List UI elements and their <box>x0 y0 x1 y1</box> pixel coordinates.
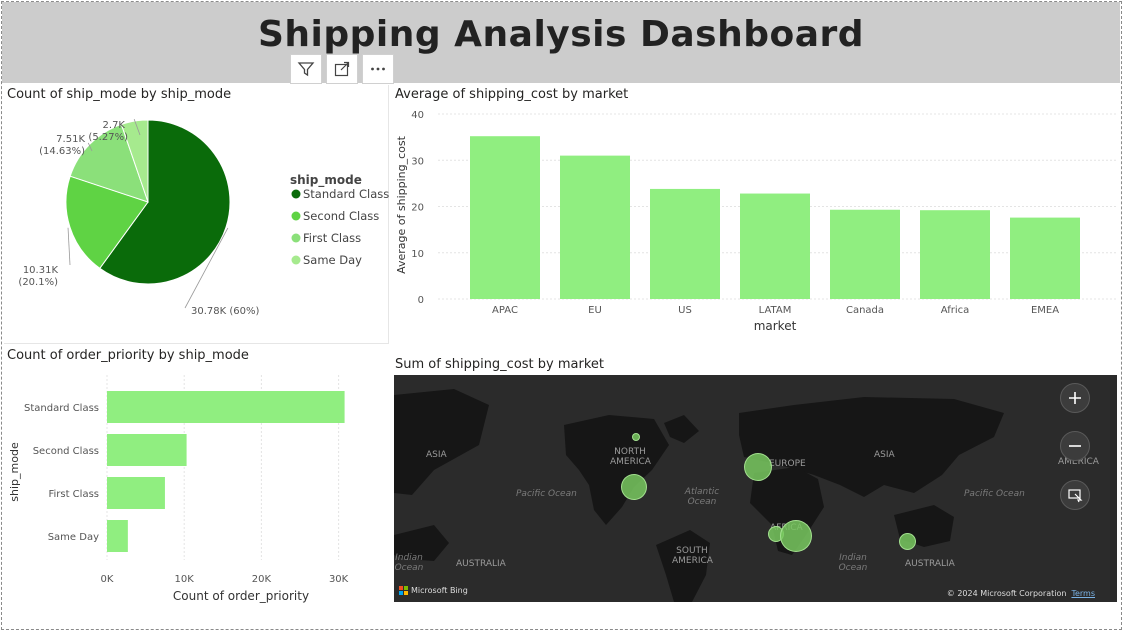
bing-label: Microsoft Bing <box>411 586 468 595</box>
continent-label-asia-west: ASIA <box>426 450 447 460</box>
map-bubble-canada[interactable] <box>632 433 640 441</box>
avg-x-tick: US <box>678 305 692 316</box>
pie-percent-label: (20.1%) <box>18 277 58 288</box>
pie-value-label: 10.31K <box>23 265 59 276</box>
avg-x-axis-label: market <box>754 319 797 333</box>
pie-legend-marker <box>291 233 301 243</box>
filter-icon[interactable] <box>290 54 322 84</box>
bing-attribution: Microsoft Bing <box>399 586 468 595</box>
avg-bar-eu[interactable] <box>560 155 630 299</box>
avg-bar-emea[interactable] <box>1010 217 1080 299</box>
zoom-in-icon[interactable] <box>1060 383 1090 413</box>
dashboard-title: Shipping Analysis Dashboard <box>257 14 865 55</box>
avg-x-tick: EMEA <box>1031 305 1059 316</box>
hbar-category-label: First Class <box>48 489 99 500</box>
dashboard-header: Shipping Analysis Dashboard <box>2 2 1120 83</box>
pie-legend-marker <box>291 255 301 265</box>
avg-bar-us[interactable] <box>650 188 720 299</box>
pie-legend-item[interactable]: Standard Class <box>303 187 389 201</box>
hbar-x-tick: 30K <box>329 574 349 585</box>
microsoft-logo-icon <box>399 586 408 595</box>
visual-toolbar <box>290 54 394 84</box>
continent-label-asia-east: ASIA <box>874 450 895 460</box>
hbar-x-tick: 0K <box>101 574 114 585</box>
pie-legend-title: ship_mode <box>290 173 362 188</box>
avg-y-tick: 30 <box>411 156 424 167</box>
avg-bar-chart-title: Average of shipping_cost by market <box>395 87 629 102</box>
focus-mode-icon[interactable] <box>326 54 358 84</box>
avg-y-tick: 20 <box>411 203 424 214</box>
zoom-out-icon[interactable] <box>1060 431 1090 461</box>
avg-y-tick: 40 <box>411 110 424 121</box>
pie-value-label: 7.51K <box>56 134 85 145</box>
avg-bar-canada[interactable] <box>830 209 900 299</box>
map-bubble-emea[interactable] <box>780 520 812 552</box>
pie-legend-item[interactable]: Same Day <box>303 253 362 267</box>
avg-x-tick: EU <box>588 305 602 316</box>
ocean-label-pacific-east: Pacific Ocean <box>964 489 1025 499</box>
pie-value-label: 2.7K <box>103 120 126 131</box>
hbar-bar-same-day[interactable] <box>107 520 128 552</box>
pie-percent-label: (14.63%) <box>39 146 85 157</box>
hbar-x-tick: 20K <box>252 574 272 585</box>
ocean-label-indian-east: Indian Ocean <box>838 553 868 573</box>
ocean-label-atlantic: Atlantic Ocean <box>684 487 720 507</box>
avg-bar-africa[interactable] <box>920 210 990 299</box>
hbar-chart: Standard Class Second Class First Class Sam… <box>8 375 349 603</box>
avg-x-tick: LATAM <box>759 305 792 316</box>
more-options-icon[interactable] <box>362 54 394 84</box>
pie-legend-marker <box>291 211 301 221</box>
map-bubble-us[interactable] <box>621 474 647 500</box>
hbar-category-label: Second Class <box>33 446 99 457</box>
ocean-label-pacific-west: Pacific Ocean <box>516 489 577 499</box>
continent-label-north-america: NORTH AMERICA <box>610 447 651 467</box>
map-bubble-apac[interactable] <box>899 533 916 550</box>
continent-label-australia-east: AUSTRALIA <box>905 559 955 569</box>
map-copyright: © 2024 Microsoft Corporation Terms <box>947 589 1095 598</box>
terms-link[interactable]: Terms <box>1071 589 1095 598</box>
continent-label-australia-west: AUSTRALIA <box>456 559 506 569</box>
hbar-category-label: Standard Class <box>24 403 99 414</box>
avg-y-tick: 0 <box>418 295 424 306</box>
avg-x-tick: Africa <box>941 305 970 316</box>
hbar-bar-first-class[interactable] <box>107 477 165 509</box>
ocean-label-indian-west: Indian Ocean <box>394 553 424 573</box>
hbar-category-label: Same Day <box>48 532 99 543</box>
avg-y-axis-label: Average of shipping_cost <box>395 135 408 274</box>
hbar-y-axis-label: ship_mode <box>8 442 21 502</box>
continent-label-south-america: SOUTH AMERICA <box>672 546 713 566</box>
map-view[interactable]: ASIA NORTH AMERICA EUROPE ASIA AMERICA A… <box>394 375 1117 602</box>
select-icon[interactable] <box>1060 480 1090 510</box>
avg-y-tick: 10 <box>411 249 424 260</box>
pie-percent-label: (5.27%) <box>88 132 128 143</box>
pie-legend-item[interactable]: Second Class <box>303 209 379 223</box>
pie-value-label: 30.78K (60%) <box>191 306 259 317</box>
avg-x-tick: Canada <box>846 305 884 316</box>
avg-bar-latam[interactable] <box>740 193 810 299</box>
pie-chart-title: Count of ship_mode by ship_mode <box>7 87 232 102</box>
hbar-bar-second-class[interactable] <box>107 434 187 466</box>
avg-bar-chart: 010203040 APAC EU US LATAM Canada Africa EMEA … <box>395 110 1118 333</box>
hbar-x-axis-label: Count of order_priority <box>173 589 309 603</box>
map-bubble-eu[interactable] <box>744 453 772 481</box>
hbar-chart-title: Count of order_priority by ship_mode <box>7 348 249 363</box>
copyright-text: © 2024 Microsoft Corporation <box>946 589 1067 598</box>
pie-chart: 30.78K (60%) 10.31K(20.1%) 7.51K(14.63%) 2.… <box>18 119 389 317</box>
pie-panel-border-bottom <box>4 343 389 344</box>
hbar-x-tick: 10K <box>175 574 195 585</box>
pie-legend-item[interactable]: First Class <box>303 231 361 245</box>
continent-label-europe: EUROPE <box>769 459 806 469</box>
avg-bar-apac[interactable] <box>470 136 540 299</box>
map-title: Sum of shipping_cost by market <box>395 357 604 372</box>
pie-leader-line <box>67 227 71 266</box>
pie-legend-marker <box>291 189 301 199</box>
avg-x-tick: APAC <box>492 305 518 316</box>
hbar-bar-standard-class[interactable] <box>107 391 345 423</box>
